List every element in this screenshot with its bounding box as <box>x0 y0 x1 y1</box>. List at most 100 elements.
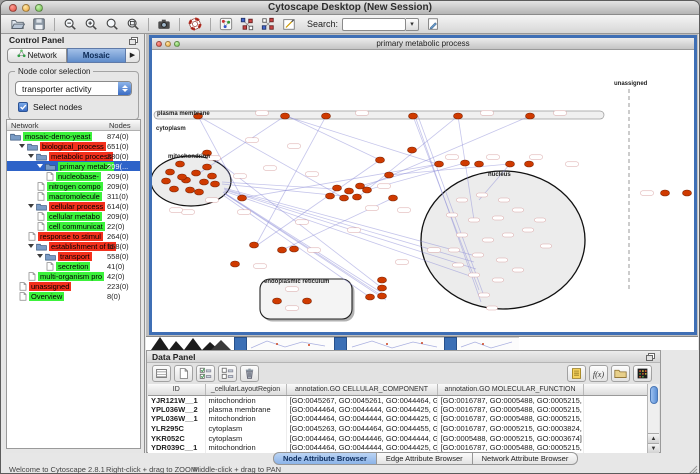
tree-row[interactable]: response to stimul264(0) <box>7 231 140 241</box>
tab-mosaic[interactable]: Mosaic <box>67 48 127 63</box>
disclosure-triangle-icon[interactable] <box>28 204 34 208</box>
network-node[interactable] <box>363 187 372 193</box>
network-node[interactable] <box>281 113 290 119</box>
network-node[interactable] <box>525 161 534 167</box>
network-node[interactable] <box>326 193 335 199</box>
network-node[interactable] <box>200 179 209 185</box>
network-node[interactable] <box>340 195 349 201</box>
network-node[interactable] <box>250 242 259 248</box>
network-canvas[interactable]: plasma membrane cytoplasm mitochondrion … <box>152 50 694 331</box>
network-node[interactable] <box>378 277 387 283</box>
network-node[interactable] <box>186 187 195 193</box>
network-node[interactable] <box>683 190 692 196</box>
network-node[interactable] <box>208 173 217 179</box>
tree-row[interactable]: Overview8(0) <box>7 291 140 301</box>
disclosure-triangle-icon[interactable] <box>37 164 43 168</box>
resize-grip-icon[interactable] <box>687 464 698 474</box>
tree-row[interactable]: macromolecule311(0) <box>7 191 140 201</box>
disclosure-triangle-icon[interactable] <box>28 154 34 158</box>
network-node[interactable] <box>170 186 179 192</box>
annotation-icon[interactable] <box>280 16 297 33</box>
table-row[interactable]: YLR295Ccytoplasm[GO:0045263, GO:0044464,… <box>148 424 649 434</box>
tab-overflow-arrow-icon[interactable]: ▶ <box>126 48 140 63</box>
tree-row[interactable]: mosaic-demo-yeast874(0) <box>7 131 140 141</box>
disclosure-triangle-icon[interactable] <box>19 144 25 148</box>
attribute-table-icon[interactable] <box>152 365 171 382</box>
configure-search-icon[interactable] <box>424 16 441 33</box>
network-node[interactable] <box>333 185 342 191</box>
zoom-out-icon[interactable] <box>61 16 78 33</box>
network-node[interactable] <box>409 113 418 119</box>
network-node[interactable] <box>389 195 398 201</box>
scroll-up-icon[interactable]: ▲ <box>648 433 659 443</box>
layout-2-icon[interactable] <box>259 16 276 33</box>
scroll-down-icon[interactable]: ▼ <box>648 443 659 453</box>
network-node[interactable] <box>211 181 220 187</box>
network-graph[interactable] <box>152 50 694 331</box>
network-node[interactable] <box>303 298 312 304</box>
float-panel-icon[interactable] <box>129 37 138 45</box>
network-minimize-button[interactable] <box>165 41 171 47</box>
help-icon[interactable] <box>186 16 203 33</box>
tree-row[interactable]: transport558(0) <box>7 251 140 261</box>
zoom-selected-icon[interactable] <box>124 16 141 33</box>
column-header[interactable]: annotation.GO MOLECULAR_FUNCTION <box>437 384 583 395</box>
attribute-editor-icon[interactable] <box>567 365 586 382</box>
background-window-edge[interactable] <box>444 337 457 351</box>
column-header[interactable]: annotation.GO CELLULAR_COMPONENT <box>286 384 437 395</box>
new-attribute-icon[interactable] <box>174 365 193 382</box>
column-header[interactable]: _cellularLayoutRegion <box>205 384 286 395</box>
tree-row[interactable]: unassigned223(0) <box>7 281 140 291</box>
tree-row[interactable]: metabolic process280(0) <box>7 151 140 161</box>
network-edge[interactable] <box>223 192 382 293</box>
layout-1-icon[interactable] <box>238 16 255 33</box>
unselect-attributes-icon[interactable] <box>218 365 237 382</box>
zoom-fit-icon[interactable] <box>103 16 120 33</box>
background-window-edge[interactable] <box>234 337 247 351</box>
network-edge[interactable] <box>357 116 458 198</box>
disclosure-triangle-icon[interactable] <box>37 254 43 258</box>
network-node[interactable] <box>166 169 175 175</box>
network-node[interactable] <box>435 161 444 167</box>
table-row[interactable]: YPL036W__2plasma membrane[GO:0044464, GO… <box>148 405 649 415</box>
tree-row[interactable]: cellular metabo209(0) <box>7 211 140 221</box>
network-node[interactable] <box>461 160 470 166</box>
float-panel-icon[interactable] <box>646 353 655 361</box>
tree-row[interactable]: biological_process651(0) <box>7 141 140 151</box>
tab-network[interactable]: Network <box>7 48 67 63</box>
column-header[interactable] <box>583 384 649 395</box>
background-window-preview[interactable] <box>457 337 519 351</box>
network-node[interactable] <box>322 113 331 119</box>
disclosure-triangle-icon[interactable] <box>28 244 34 248</box>
network-edge[interactable] <box>285 116 437 164</box>
delete-attribute-icon[interactable] <box>240 365 259 382</box>
tree-row[interactable]: cell communicat22(0) <box>7 221 140 231</box>
network-node[interactable] <box>408 147 417 153</box>
import-attributes-icon[interactable] <box>611 365 630 382</box>
network-node[interactable] <box>203 164 212 170</box>
background-window-preview[interactable] <box>347 337 444 351</box>
network-node[interactable] <box>526 113 535 119</box>
network-node[interactable] <box>385 172 394 178</box>
network-node[interactable] <box>162 178 171 184</box>
network-node[interactable] <box>475 161 484 167</box>
tree-row[interactable]: secretion41(0) <box>7 261 140 271</box>
network-window-titlebar[interactable]: primary metabolic process <box>152 38 694 50</box>
scrollbar-thumb[interactable] <box>650 386 658 404</box>
network-view-window[interactable]: primary metabolic process plasma membra <box>149 35 697 335</box>
network-close-button[interactable] <box>156 41 162 47</box>
background-window-preview[interactable] <box>247 337 334 351</box>
column-header[interactable]: ID <box>148 384 205 395</box>
formula-builder-icon[interactable]: f(x) <box>589 365 608 382</box>
save-icon[interactable] <box>30 16 47 33</box>
select-attributes-icon[interactable] <box>196 365 215 382</box>
open-file-icon[interactable] <box>9 16 26 33</box>
network-node[interactable] <box>661 190 670 196</box>
snapshot-icon[interactable] <box>155 16 172 33</box>
network-edge[interactable] <box>360 164 439 186</box>
network-node[interactable] <box>178 174 187 180</box>
tree-column-network[interactable]: Network <box>11 121 39 130</box>
network-node[interactable] <box>195 189 204 195</box>
node-color-dropdown[interactable]: transporter activity <box>15 81 132 96</box>
tree-row[interactable]: multi-organism pro42(0) <box>7 271 140 281</box>
